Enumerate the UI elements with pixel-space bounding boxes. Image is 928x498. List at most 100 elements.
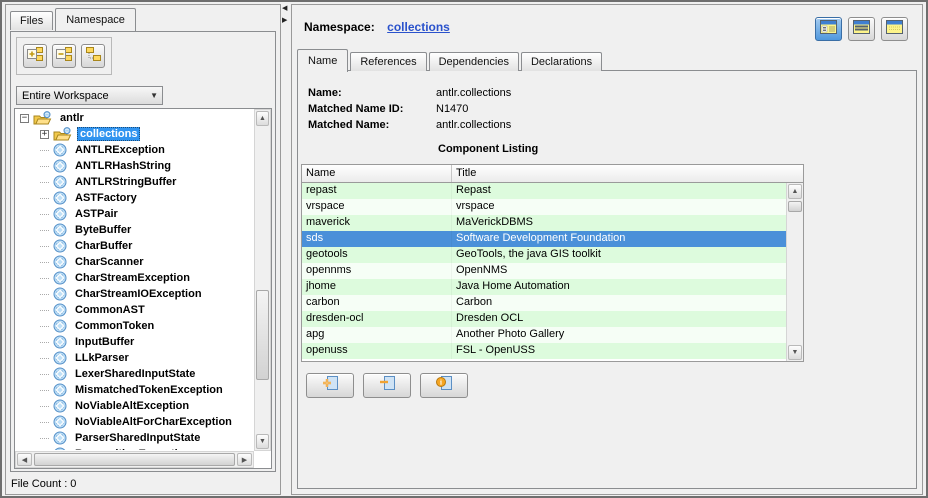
tree-item[interactable]: LexerSharedInputState (16, 366, 253, 382)
table-row[interactable]: carbonCarbon (302, 295, 786, 311)
tree-item[interactable]: ASTPair (16, 206, 253, 222)
field-value: antlr.collections (436, 87, 511, 103)
tree-item-label: LLkParser (72, 351, 132, 365)
tree-item[interactable]: CharStreamException (16, 270, 253, 286)
grid-view-button[interactable] (881, 17, 908, 41)
tab-declarations[interactable]: Declarations (521, 52, 602, 71)
tree-view-button[interactable] (81, 44, 105, 68)
cell-name: vrspace (302, 199, 452, 215)
left-tab-content: Entire Workspace ▼ −antlr+collectionsANT… (10, 31, 276, 472)
folder-icon (33, 111, 52, 126)
tree-item-label: CharStreamException (72, 271, 193, 285)
tree-item[interactable]: RecognitionException (16, 446, 253, 450)
table-vertical-scrollbar[interactable]: ▲ ▼ (786, 183, 803, 361)
tab-dependencies[interactable]: Dependencies (429, 52, 519, 71)
cell-title: Repast (452, 183, 786, 199)
scroll-up-button[interactable]: ▲ (256, 111, 269, 126)
namespace-link[interactable]: collections (387, 20, 450, 34)
tree-item[interactable]: +collections (16, 126, 253, 142)
table-row[interactable]: maverickMaVerickDBMS (302, 215, 786, 231)
table-row[interactable]: geotoolsGeoTools, the java GIS toolkit (302, 247, 786, 263)
tree-connector (40, 182, 49, 183)
table-row[interactable]: opennmsOpenNMS (302, 263, 786, 279)
column-header-name[interactable]: Name (302, 165, 452, 182)
tree-item[interactable]: CommonToken (16, 318, 253, 334)
table-row[interactable]: apgAnother Photo Gallery (302, 327, 786, 343)
collapse-all-button[interactable] (52, 44, 76, 68)
tree-item[interactable]: ByteBuffer (16, 222, 253, 238)
workspace-selector[interactable]: Entire Workspace ▼ (16, 86, 163, 105)
tree-item[interactable]: CharStreamIOException (16, 286, 253, 302)
table-row[interactable]: jhomeJava Home Automation (302, 279, 786, 295)
scroll-down-button[interactable]: ▼ (256, 434, 269, 449)
scroll-thumb[interactable] (34, 453, 235, 466)
add-component-button[interactable] (306, 373, 354, 398)
cell-name: geotools (302, 247, 452, 263)
tab-references[interactable]: References (350, 52, 426, 71)
table-row[interactable]: dresden-oclDresden OCL (302, 311, 786, 327)
component-info-button[interactable]: i (420, 373, 468, 398)
scroll-up-button[interactable]: ▲ (788, 184, 802, 199)
splitter[interactable]: ◀ ▶ (282, 5, 290, 24)
expand-all-button[interactable] (23, 44, 47, 68)
class-icon (53, 239, 67, 253)
collapse-icon[interactable]: − (20, 114, 29, 123)
tree-item[interactable]: CharScanner (16, 254, 253, 270)
tree-item[interactable]: ParserSharedInputState (16, 430, 253, 446)
column-header-title[interactable]: Title (452, 165, 803, 182)
class-icon (53, 367, 67, 381)
tree-item-label: ByteBuffer (72, 223, 134, 237)
field-value: N1470 (436, 103, 468, 119)
tree-item[interactable]: CommonAST (16, 302, 253, 318)
tree-item[interactable]: NoViableAltForCharException (16, 414, 253, 430)
tree-item[interactable]: ANTLRHashString (16, 158, 253, 174)
scroll-right-button[interactable]: ▶ (237, 453, 252, 466)
tree-item-label: MismatchedTokenException (72, 383, 226, 397)
table-row[interactable]: vrspacevrspace (302, 199, 786, 215)
namespace-header: Namespace: collections (304, 18, 450, 36)
table-header: Name Title (302, 165, 803, 183)
scroll-left-button[interactable]: ◀ (17, 453, 32, 466)
tab-files[interactable]: Files (10, 11, 53, 30)
view-toggle-group (815, 17, 908, 41)
expand-icon[interactable]: + (40, 130, 49, 139)
tree-item[interactable]: NoViableAltException (16, 398, 253, 414)
tree-connector (40, 246, 49, 247)
tab-namespace[interactable]: Namespace (55, 8, 136, 31)
tree-item[interactable]: MismatchedTokenException (16, 382, 253, 398)
class-icon (53, 319, 67, 333)
table-row[interactable]: repastRepast (302, 183, 786, 199)
table-row[interactable]: sdsSoftware Development Foundation (302, 231, 786, 247)
tree-horizontal-scrollbar[interactable]: ◀ ▶ (15, 451, 254, 468)
left-tabbar: Files Namespace (10, 8, 138, 30)
cell-name: carbon (302, 295, 452, 311)
tree-item-label: NoViableAltException (72, 399, 192, 413)
tab-name[interactable]: Name (297, 49, 348, 72)
class-icon (53, 415, 67, 429)
remove-component-button[interactable] (363, 373, 411, 398)
detail-view-button[interactable] (815, 17, 842, 41)
tree-item[interactable]: LLkParser (16, 350, 253, 366)
tree-item-label: ANTLRException (72, 143, 168, 157)
class-icon (53, 159, 67, 173)
tree-item[interactable]: ASTFactory (16, 190, 253, 206)
splitter-collapse-left-icon[interactable]: ◀ (282, 5, 290, 12)
scroll-thumb[interactable] (788, 201, 802, 212)
tree-item[interactable]: InputBuffer (16, 334, 253, 350)
scroll-down-button[interactable]: ▼ (788, 345, 802, 360)
cell-title: Java Home Automation (452, 279, 786, 295)
tree-item-label: LexerSharedInputState (72, 367, 198, 381)
tree-item[interactable]: ANTLRException (16, 142, 253, 158)
tree-connector (40, 198, 49, 199)
table-row[interactable]: openussFSL - OpenUSS (302, 343, 786, 359)
tree-item[interactable]: −antlr (16, 110, 253, 126)
scroll-thumb[interactable] (256, 290, 269, 380)
expand-all-icon (27, 46, 44, 67)
tree-item[interactable]: ANTLRStringBuffer (16, 174, 253, 190)
tree-item[interactable]: CharBuffer (16, 238, 253, 254)
splitter-collapse-right-icon[interactable]: ▶ (282, 17, 290, 24)
class-icon (53, 351, 67, 365)
tree-vertical-scrollbar[interactable]: ▲ ▼ (254, 109, 271, 451)
rows-view-button[interactable] (848, 17, 875, 41)
class-icon (53, 143, 67, 157)
